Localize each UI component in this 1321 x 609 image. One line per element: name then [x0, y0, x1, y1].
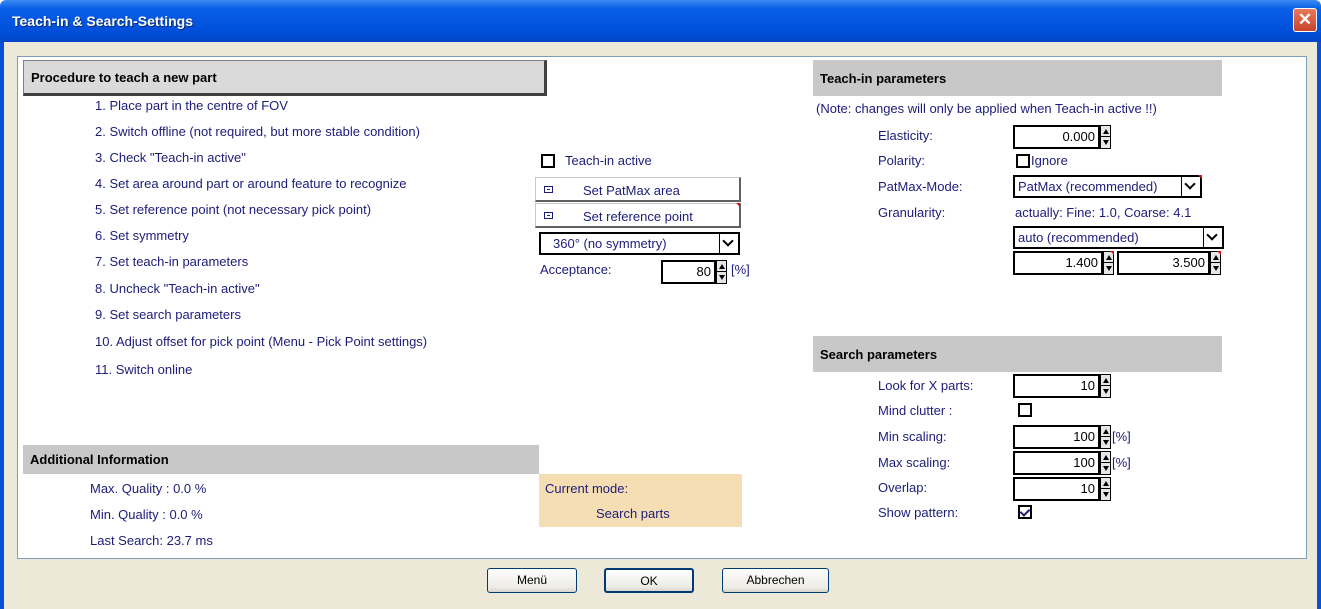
chevron-down-icon[interactable] [1181, 177, 1200, 196]
overlap-label: Overlap: [878, 480, 928, 495]
red-marker-icon [736, 203, 740, 207]
granularity-label: Granularity: [878, 205, 946, 220]
procedure-header: Procedure to teach a new part [23, 60, 547, 96]
max-scaling-label: Max scaling: [878, 455, 951, 470]
window-frame: Procedure to teach a new part 1. Place p… [0, 42, 1321, 609]
title-bar: Teach-in & Search-Settings ✕ [0, 0, 1321, 42]
max-scaling-input[interactable]: 100 [1013, 451, 1100, 475]
procedure-step: 11. Switch online [95, 362, 193, 377]
acceptance-spinner[interactable] [716, 260, 727, 284]
elasticity-spinner[interactable] [1100, 125, 1111, 149]
teach-in-active-label: Teach-in active [565, 153, 652, 168]
patmax-mode-label: PatMax-Mode: [878, 179, 963, 194]
max-quality-text: Max. Quality : 0.0 % [90, 481, 207, 496]
symmetry-select[interactable]: 360° (no symmetry) [539, 232, 740, 255]
overlap-input[interactable]: 10 [1013, 477, 1100, 501]
look-for-input[interactable]: 10 [1013, 374, 1100, 398]
elasticity-label: Elasticity: [878, 128, 933, 143]
procedure-step: 6. Set symmetry [95, 228, 189, 243]
symmetry-value: 360° (no symmetry) [553, 236, 667, 251]
polarity-ignore-checkbox[interactable] [1016, 154, 1030, 168]
procedure-step: 10. Adjust offset for pick point (Menu -… [95, 334, 428, 349]
teach-params-note: (Note: changes will only be applied when… [816, 101, 1157, 116]
current-mode-box: Current mode: Search parts [539, 474, 742, 527]
show-pattern-checkbox[interactable] [1018, 505, 1032, 519]
patmax-mode-select[interactable]: PatMax (recommended) [1013, 175, 1202, 198]
procedure-step: 2. Switch offline (not required, but mor… [95, 124, 420, 139]
set-patmax-area-button[interactable]: Set PatMax area [535, 177, 741, 202]
window-title: Teach-in & Search-Settings [12, 13, 194, 29]
polarity-label: Polarity: [878, 153, 925, 168]
show-pattern-label: Show pattern: [878, 505, 959, 520]
red-marker-icon [1198, 175, 1202, 179]
menu-button[interactable]: Menü [487, 568, 577, 593]
procedure-step: 7. Set teach-in parameters [95, 254, 249, 269]
current-mode-label: Current mode: [545, 481, 629, 496]
reference-point-icon [544, 212, 553, 219]
min-scaling-input[interactable]: 100 [1013, 425, 1100, 449]
granularity-value: auto (recommended) [1018, 230, 1139, 245]
set-reference-point-label: Set reference point [583, 209, 693, 224]
acceptance-input[interactable]: 80 [661, 260, 716, 284]
last-search-text: Last Search: 23.7 ms [90, 533, 213, 548]
procedure-step: 9. Set search parameters [95, 307, 241, 322]
granularity-fine-spinner[interactable] [1103, 251, 1114, 275]
overlap-spinner[interactable] [1100, 477, 1111, 501]
granularity-fine-input[interactable]: 1.400 [1013, 251, 1103, 275]
chevron-down-icon[interactable] [719, 234, 738, 253]
search-params-header: Search parameters [813, 336, 1222, 372]
granularity-select[interactable]: auto (recommended) [1013, 226, 1224, 249]
current-mode-value: Search parts [596, 506, 670, 521]
additional-info-header: Additional Information [23, 445, 539, 474]
teach-params-header: Teach-in parameters [813, 60, 1222, 96]
acceptance-unit: [%] [731, 262, 750, 277]
dialog-client-area: Procedure to teach a new part 1. Place p… [4, 42, 1317, 609]
min-scaling-label: Min scaling: [878, 429, 947, 444]
min-scaling-unit: [%] [1112, 429, 1131, 444]
min-quality-text: Min. Quality : 0.0 % [90, 507, 203, 522]
granularity-coarse-input[interactable]: 3.500 [1117, 251, 1210, 275]
procedure-step: 8. Uncheck "Teach-in active" [95, 281, 260, 296]
procedure-step: 4. Set area around part or around featur… [95, 176, 407, 191]
procedure-step: 1. Place part in the centre of FOV [95, 98, 288, 113]
granularity-coarse-spinner[interactable] [1210, 251, 1221, 275]
mind-clutter-label: Mind clutter : [878, 403, 953, 418]
settings-panel: Procedure to teach a new part 1. Place p… [17, 56, 1307, 559]
max-scaling-spinner[interactable] [1100, 451, 1111, 475]
area-icon [544, 186, 553, 193]
procedure-step: 5. Set reference point (not necessary pi… [95, 202, 372, 217]
elasticity-input[interactable]: 0.000 [1013, 125, 1100, 149]
mind-clutter-checkbox[interactable] [1018, 403, 1032, 417]
chevron-down-icon[interactable] [1203, 228, 1222, 247]
set-reference-point-button[interactable]: Set reference point [535, 203, 741, 228]
polarity-ignore-label: Ignore [1031, 153, 1068, 168]
ok-button[interactable]: OK [604, 568, 694, 593]
min-scaling-spinner[interactable] [1100, 425, 1111, 449]
look-for-label: Look for X parts: [878, 378, 974, 393]
acceptance-label: Acceptance: [540, 262, 612, 277]
cancel-button[interactable]: Abbrechen [722, 568, 829, 593]
max-scaling-unit: [%] [1112, 455, 1131, 470]
teach-in-active-checkbox[interactable] [541, 154, 555, 168]
granularity-actual: actually: Fine: 1.0, Coarse: 4.1 [1015, 205, 1192, 220]
close-button[interactable]: ✕ [1293, 8, 1317, 32]
look-for-spinner[interactable] [1100, 374, 1111, 398]
procedure-step: 3. Check "Teach-in active" [95, 150, 246, 165]
patmax-mode-value: PatMax (recommended) [1018, 179, 1158, 194]
set-patmax-area-label: Set PatMax area [583, 183, 680, 198]
